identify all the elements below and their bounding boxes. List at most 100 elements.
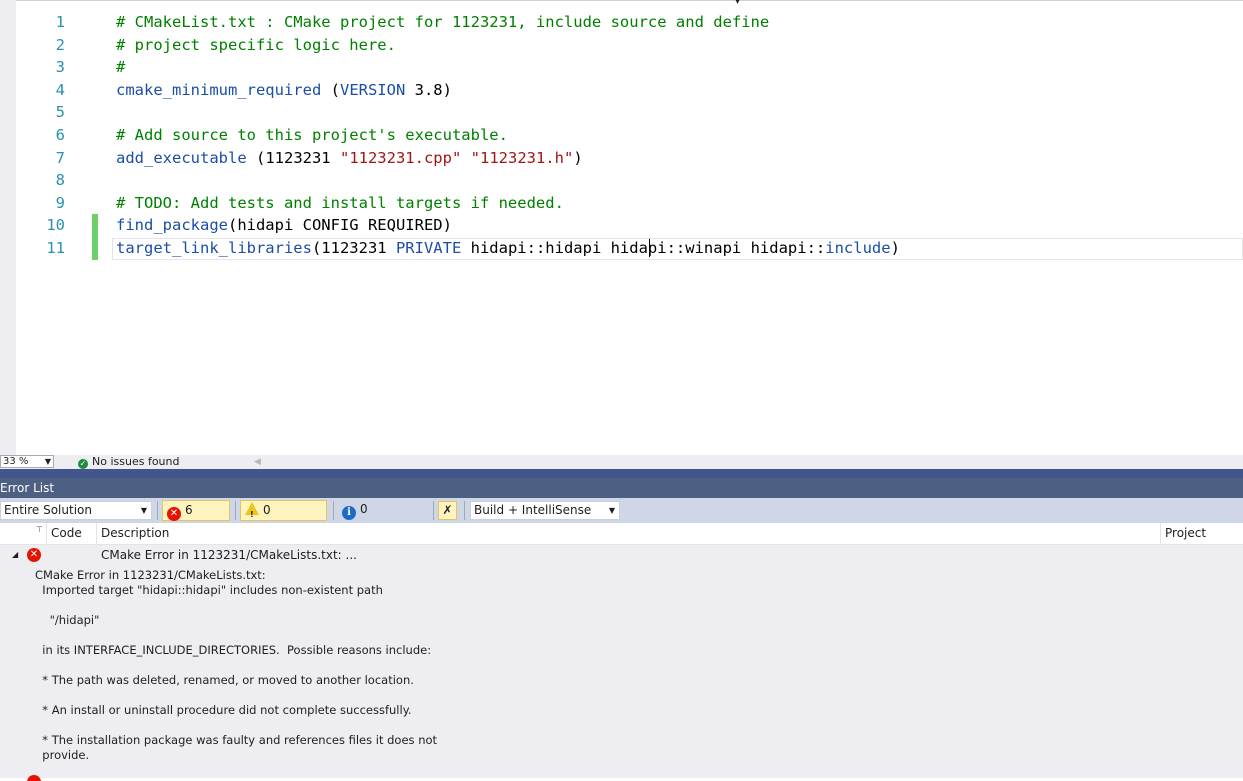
code-token: hidapi::hidapi hidapi::winapi hidapi:: — [461, 239, 826, 257]
error-icon: ✕ — [27, 548, 41, 562]
issues-indicator[interactable]: ✓ No issues found — [78, 455, 179, 469]
code-line[interactable]: 3 # — [0, 56, 1243, 79]
error-list-toolbar: Entire Solution ▼ ✕6 Errors !0 Warnings i… — [0, 498, 1243, 537]
code-line[interactable]: 2 # project specific logic here. — [0, 34, 1243, 57]
errors-filter-button[interactable]: ✕6 Errors — [162, 500, 230, 537]
code-token: PRIVATE — [395, 239, 462, 257]
code-token: (1123231 — [246, 148, 340, 167]
scroll-left-arrow-icon[interactable]: ◀ — [254, 455, 261, 469]
editor-status-bar: 33 % ▼ ✓ No issues found ◀ — [0, 455, 1243, 469]
code-text[interactable]: target_link_libraries(1123231 PRIVATE hi… — [116, 237, 900, 260]
code-token: # project specific logic here. — [116, 35, 396, 54]
code-token: (1123231 — [311, 239, 396, 257]
code-token: 3.8) — [405, 80, 452, 99]
column-description[interactable]: Description — [96, 523, 1161, 544]
code-token: ( — [321, 80, 340, 99]
code-line[interactable]: 8 — [0, 169, 1243, 192]
code-line[interactable]: 9 # TODO: Add tests and install targets i… — [0, 192, 1243, 215]
code-text[interactable]: # CMakeList.txt : CMake project for 1123… — [116, 11, 769, 34]
editor-top-border — [0, 0, 1243, 1]
toolbar-divider — [433, 501, 434, 520]
code-token: VERSION — [339, 80, 406, 99]
line-number: 4 — [55, 80, 65, 99]
code-editor[interactable]: ▾ 1 # CMakeList.txt : CMake project for 1… — [0, 0, 1243, 455]
column-project-label: Project — [1165, 526, 1207, 540]
text-caret — [649, 239, 650, 257]
error-description: CMake Error in 1123231/CMakeLists.txt: .… — [101, 548, 357, 562]
table-row[interactable]: ◢ ✕ CMake Error in 1123231/CMakeLists.tx… — [0, 544, 1243, 566]
line-number: 3 — [55, 58, 65, 77]
zoom-value: 33 % — [3, 456, 29, 467]
sort-indicator-icon[interactable]: ⊤ — [36, 519, 43, 540]
tool-window-separator — [0, 469, 1243, 478]
error-icon — [27, 775, 41, 781]
chevron-down-icon: ▼ — [608, 506, 615, 515]
warnings-filter-button[interactable]: !0 Warnings — [240, 500, 327, 536]
code-token: "1123231.h" — [470, 148, 574, 167]
code-token: add_executable — [116, 148, 247, 167]
build-filter-value: Build + IntelliSense — [474, 503, 592, 517]
line-number: 6 — [55, 126, 65, 144]
navigation-dropdown-arrow-icon[interactable]: ▾ — [735, 0, 740, 7]
scope-dropdown[interactable]: Entire Solution ▼ — [0, 501, 152, 520]
code-token: cmake_minimum_required — [116, 80, 322, 99]
code-token: (hidapi CONFIG REQUIRED) — [227, 216, 452, 235]
code-text[interactable]: # TODO: Add tests and install targets if… — [116, 192, 564, 215]
error-list-rows: ◢ ✕ CMake Error in 1123231/CMakeLists.tx… — [0, 544, 1243, 781]
code-token: target_link_libraries — [116, 239, 312, 257]
code-token: # Add source to this project's executabl… — [116, 126, 508, 144]
code-text[interactable]: add_executable (1123231 "1123231.cpp" "1… — [116, 147, 583, 170]
toolbar-divider — [235, 501, 236, 520]
code-token: find_package — [116, 216, 228, 235]
code-line[interactable]: 11 target_link_libraries(1123231 PRIVATE … — [0, 237, 1243, 260]
info-icon: i — [342, 506, 356, 520]
line-number: 7 — [55, 148, 65, 167]
scope-value: Entire Solution — [4, 503, 92, 517]
chevron-down-icon: ▼ — [44, 457, 51, 466]
line-number: 10 — [46, 216, 65, 235]
code-line[interactable]: 10 find_package(hidapi CONFIG REQUIRED) — [0, 214, 1243, 237]
issues-text: No issues found — [92, 455, 180, 468]
code-line[interactable]: 4 cmake_minimum_required (VERSION 3.8) — [0, 79, 1243, 102]
code-text[interactable]: find_package(hidapi CONFIG REQUIRED) — [116, 214, 452, 237]
line-number: 5 — [55, 103, 65, 122]
zoom-dropdown[interactable]: 33 % ▼ — [0, 455, 54, 468]
code-line[interactable]: 7 add_executable (1123231 "1123231.cpp" "… — [0, 147, 1243, 170]
error-list-column-header: ⊤ Code Description Project — [0, 523, 1243, 545]
error-list-title: Error List — [0, 481, 55, 495]
collapse-triangle-icon[interactable]: ◢ — [12, 544, 18, 566]
error-list-panel: Error List Entire Solution ▼ ✕6 Errors !0… — [0, 469, 1243, 781]
line-number: 11 — [46, 239, 65, 257]
column-code[interactable]: Code — [46, 523, 99, 544]
chevron-down-icon: ▼ — [140, 506, 147, 515]
code-token: include — [825, 239, 891, 257]
code-text[interactable]: # — [116, 56, 125, 79]
line-number: 1 — [55, 13, 65, 31]
error-detail-text: CMake Error in 1123231/CMakeLists.txt: I… — [35, 568, 438, 762]
code-token: ) — [890, 239, 900, 257]
line-number: 2 — [55, 35, 65, 54]
code-line[interactable]: 6 # Add source to this project's executab… — [0, 124, 1243, 147]
line-number: 9 — [55, 193, 65, 212]
code-token: # CMakeList.txt : CMake project for 1123… — [116, 13, 770, 31]
code-text[interactable]: cmake_minimum_required (VERSION 3.8) — [116, 79, 452, 102]
check-circle-icon: ✓ — [78, 459, 88, 469]
toolbar-divider — [333, 501, 334, 520]
code-line[interactable]: 5 — [0, 101, 1243, 124]
code-token: ) — [573, 148, 583, 167]
line-number: 8 — [55, 171, 65, 190]
toolbar-divider — [464, 501, 465, 520]
column-description-label: Description — [101, 526, 170, 540]
code-token: "1123231.cpp" — [339, 148, 462, 167]
warning-icon: ! — [245, 502, 259, 519]
clear-filter-icon[interactable]: ✗ — [438, 501, 457, 520]
column-code-label: Code — [51, 526, 82, 540]
messages-filter-button[interactable]: i0 Messages — [338, 500, 430, 536]
code-text[interactable]: # Add source to this project's executabl… — [116, 124, 508, 147]
build-filter-dropdown[interactable]: Build + IntelliSense ▼ — [470, 501, 620, 520]
code-token: # — [116, 58, 126, 77]
error-list-title-bar[interactable]: Error List — [0, 478, 1243, 498]
code-text[interactable]: # project specific logic here. — [116, 34, 396, 57]
code-line[interactable]: 1 # CMakeList.txt : CMake project for 112… — [0, 11, 1243, 34]
column-project[interactable]: Project — [1160, 523, 1243, 544]
